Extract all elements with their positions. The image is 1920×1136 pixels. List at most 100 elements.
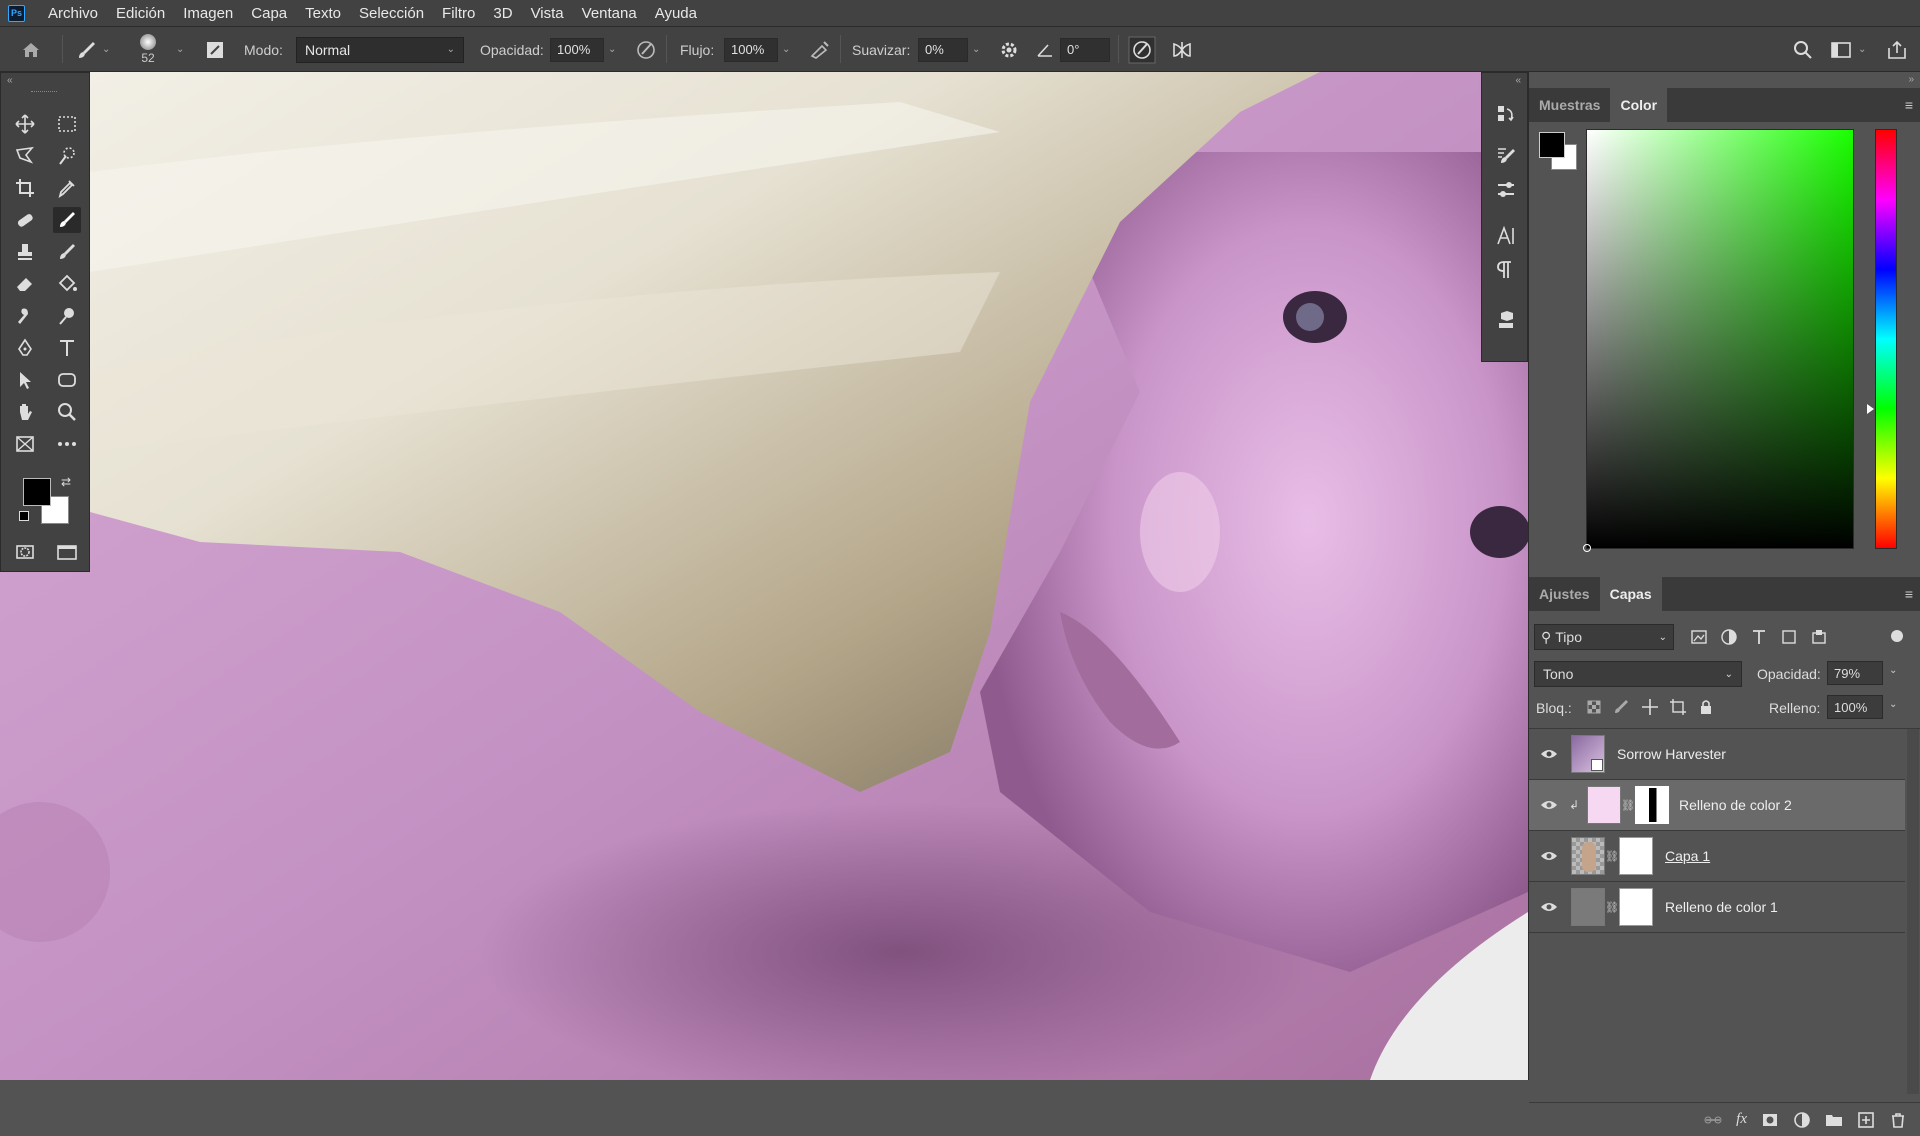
lock-position-icon[interactable]	[1640, 697, 1660, 717]
angle-input[interactable]: 0°	[1060, 37, 1110, 62]
marquee-tool-icon[interactable]	[53, 111, 81, 137]
layer-name[interactable]: Relleno de color 2	[1679, 797, 1792, 813]
type-tool-icon[interactable]	[53, 335, 81, 361]
layer-mask-thumbnail[interactable]	[1619, 888, 1653, 926]
pressure-opacity-icon[interactable]	[634, 27, 658, 72]
history-panel-icon[interactable]	[1492, 101, 1520, 127]
expand-icon[interactable]: »	[1908, 74, 1914, 85]
home-icon[interactable]	[20, 27, 42, 72]
link-layers-icon[interactable]	[1704, 1111, 1722, 1129]
add-mask-icon[interactable]	[1761, 1111, 1779, 1129]
chevron-down-icon[interactable]: ⌄	[1889, 665, 1897, 676]
smoothing-input[interactable]: 0%	[918, 37, 968, 62]
eraser-tool-icon[interactable]	[11, 271, 39, 297]
adjustment-filter-icon[interactable]	[1719, 627, 1739, 647]
airbrush-icon[interactable]	[808, 27, 832, 72]
chevron-down-icon[interactable]: ⌄	[176, 27, 184, 72]
visibility-eye-icon[interactable]	[1529, 799, 1569, 811]
panel-menu-icon[interactable]: ≡	[1897, 577, 1920, 611]
default-colors-icon[interactable]	[19, 511, 29, 521]
layer-name[interactable]: Capa 1	[1665, 848, 1710, 864]
hand-tool-icon[interactable]	[11, 399, 39, 425]
visibility-eye-icon[interactable]	[1529, 748, 1569, 760]
dodge-tool-icon[interactable]	[53, 303, 81, 329]
layer-mask-thumbnail[interactable]	[1619, 837, 1653, 875]
app-logo[interactable]: Ps	[8, 4, 25, 22]
menu-ayuda[interactable]: Ayuda	[646, 0, 706, 27]
layer-name[interactable]: Sorrow Harvester	[1617, 746, 1726, 762]
fill-layer-thumbnail[interactable]	[1587, 786, 1621, 824]
foreground-color-chip[interactable]	[1539, 132, 1565, 158]
lock-artboard-icon[interactable]	[1668, 697, 1688, 717]
layer-name[interactable]: Relleno de color 1	[1665, 899, 1778, 915]
history-brush-tool-icon[interactable]	[53, 239, 81, 265]
panel-grip[interactable]	[31, 91, 57, 93]
search-icon[interactable]	[1792, 27, 1814, 72]
screen-mode-icon[interactable]	[53, 539, 81, 565]
swap-colors-icon[interactable]: ⇄	[61, 475, 71, 489]
trash-icon[interactable]	[1889, 1111, 1907, 1129]
layer-row[interactable]: ⛓ Relleno de color 1	[1529, 882, 1905, 933]
fill-layer-thumbnail[interactable]	[1571, 888, 1605, 926]
link-icon[interactable]: ⛓	[1621, 799, 1635, 812]
menu-archivo[interactable]: Archivo	[39, 0, 107, 27]
collapse-icon[interactable]: «	[7, 75, 13, 86]
layer-row-selected[interactable]: ↲ ⛓ Relleno de color 2	[1529, 780, 1905, 831]
pixel-filter-icon[interactable]	[1689, 627, 1709, 647]
smudge-tool-icon[interactable]	[11, 303, 39, 329]
menu-edicion[interactable]: Edición	[107, 0, 174, 27]
shape-filter-icon[interactable]	[1779, 627, 1799, 647]
adjustments-panel-icon[interactable]	[1492, 177, 1520, 203]
hue-slider[interactable]	[1875, 129, 1897, 549]
lock-pixels-icon[interactable]	[1612, 697, 1632, 717]
collapse-icon[interactable]: «	[1515, 75, 1521, 86]
document-canvas[interactable]	[0, 72, 1528, 1080]
character-panel-icon[interactable]	[1492, 223, 1520, 249]
shape-tool-icon[interactable]	[53, 367, 81, 393]
opacity-input[interactable]: 100%	[550, 37, 604, 62]
color-field-picker[interactable]	[1583, 129, 1854, 552]
flow-input[interactable]: 100%	[724, 37, 778, 62]
menu-3d[interactable]: 3D	[484, 0, 521, 27]
menu-texto[interactable]: Texto	[296, 0, 350, 27]
type-filter-icon[interactable]	[1749, 627, 1769, 647]
lock-all-icon[interactable]	[1696, 697, 1716, 717]
eyedropper-tool-icon[interactable]	[53, 175, 81, 201]
layer-mask-thumbnail[interactable]	[1635, 786, 1669, 824]
menu-vista[interactable]: Vista	[522, 0, 573, 27]
layer-thumbnail[interactable]	[1571, 837, 1605, 875]
smoothing-dropdown-chevron[interactable]: ⌄	[972, 27, 980, 72]
tab-layers[interactable]: Capas	[1599, 577, 1662, 611]
layer-row[interactable]: Sorrow Harvester	[1529, 729, 1905, 780]
quick-selection-tool-icon[interactable]	[53, 143, 81, 169]
path-selection-tool-icon[interactable]	[11, 367, 39, 393]
gear-icon[interactable]	[998, 27, 1020, 72]
share-icon[interactable]	[1886, 27, 1908, 72]
lock-transparency-icon[interactable]	[1584, 697, 1604, 717]
more-tools-icon[interactable]	[53, 431, 81, 457]
blend-mode-dropdown[interactable]: Tono ⌄	[1534, 661, 1742, 687]
brush-size-picker[interactable]: 52	[140, 27, 156, 72]
panel-menu-icon[interactable]: ≡	[1897, 88, 1920, 122]
chevron-down-icon[interactable]: ⌄	[1889, 699, 1897, 710]
flow-dropdown-chevron[interactable]: ⌄	[782, 27, 790, 72]
layer-row[interactable]: ⛓ Capa 1	[1529, 831, 1905, 882]
tab-color[interactable]: Color	[1610, 88, 1668, 122]
brush-settings-icon[interactable]	[204, 27, 226, 72]
pressure-size-icon[interactable]	[1128, 27, 1156, 72]
crop-tool-icon[interactable]	[11, 175, 39, 201]
link-icon[interactable]: ⛓	[1605, 901, 1619, 914]
menu-seleccion[interactable]: Selección	[350, 0, 433, 27]
brush-tool-icon[interactable]	[53, 207, 81, 233]
opacity-dropdown-chevron[interactable]: ⌄	[608, 27, 616, 72]
quick-mask-icon[interactable]	[11, 539, 39, 565]
healing-brush-tool-icon[interactable]	[11, 207, 39, 233]
menu-imagen[interactable]: Imagen	[174, 0, 242, 27]
visibility-eye-icon[interactable]	[1529, 850, 1569, 862]
workspace-icon[interactable]: ⌄	[1830, 27, 1866, 72]
mode-dropdown[interactable]: Normal ⌄	[296, 36, 464, 63]
filter-toggle-icon[interactable]	[1891, 630, 1903, 642]
menu-capa[interactable]: Capa	[242, 0, 296, 27]
paint-bucket-tool-icon[interactable]	[53, 271, 81, 297]
foreground-color-swatch-top[interactable]	[23, 478, 51, 506]
